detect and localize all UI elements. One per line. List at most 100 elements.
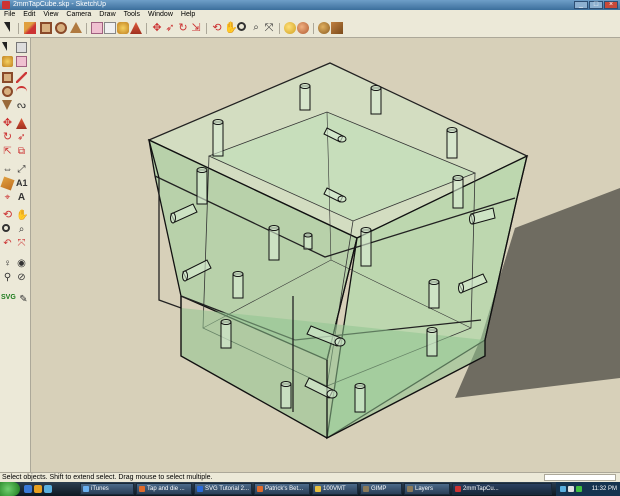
browser-icon [197,486,203,492]
orbit-icon[interactable]: ⟲ [2,210,13,221]
menu-camera[interactable]: Camera [62,10,95,20]
select-tool-icon[interactable] [2,42,7,51]
taskbar-item[interactable]: Patrick's Bet... [254,483,310,495]
circle-tool-icon[interactable] [55,22,67,34]
measurements-field[interactable] [544,474,616,481]
menu-view[interactable]: View [39,10,62,20]
follow-me-icon[interactable]: ➶ [164,22,176,34]
quick-launch-icon[interactable] [44,485,52,493]
taskbar-item[interactable]: GIMP [360,483,402,495]
push-pull-icon[interactable] [16,118,27,129]
rotate-tool-icon[interactable]: ↻ [177,22,189,34]
section-plane-icon[interactable]: ⊘ [16,272,27,283]
share-model-icon[interactable] [297,22,309,34]
maximize-button[interactable]: □ [589,1,603,9]
look-around-icon[interactable]: ◉ [16,258,27,269]
tray-icon[interactable] [560,486,566,492]
protractor-icon[interactable] [0,176,15,191]
firefox-icon [139,486,145,492]
menu-edit[interactable]: Edit [19,10,39,20]
rectangle-tool-icon[interactable] [2,72,13,83]
arc-tool-icon[interactable] [16,86,27,97]
quick-launch-icon[interactable] [34,485,42,493]
offset-tool-icon[interactable]: ⧉ [16,146,27,157]
select-tool-icon[interactable] [4,22,10,32]
google-earth-icon[interactable] [318,22,330,34]
tool-palette: ᔓ ✥ ↻ ➶ ⇱ ⧉ ⇔ ⤢ A1 ⌖ A ⟲ ✋ ⌕ ↶ ⤧ ♀ ◉ ⚲ ⊘… [0,38,31,472]
make-component-icon[interactable] [16,42,27,53]
zoom-window-icon[interactable]: ⌕ [250,22,262,34]
sketchup-app-icon [2,1,10,9]
tray-icon[interactable] [576,486,582,492]
polygon-tool-icon[interactable] [70,22,82,33]
taskbar-item[interactable]: Layers [404,483,450,495]
zoom-extents-icon[interactable]: ⤧ [16,238,27,249]
offset-tool-icon[interactable]: ⇲ [190,22,202,34]
gimp-icon [363,486,369,492]
firefox-icon [257,486,263,492]
gimp-icon [407,486,413,492]
zoom-icon[interactable] [237,22,246,31]
menu-file[interactable]: File [0,10,19,20]
3d-text-icon[interactable]: A [16,192,27,203]
move-tool-icon[interactable]: ✥ [151,22,163,34]
taskbar-item[interactable]: iTunes [80,483,134,495]
taskbar-item-active[interactable]: 2mmTapCu... [452,483,552,495]
clock[interactable]: 11:32 PM [592,482,617,496]
close-button[interactable]: × [604,1,618,9]
taskbar-item[interactable]: Tap and die ... [136,483,192,495]
rectangle-tool-icon[interactable] [40,22,52,34]
tap-hole [220,319,232,349]
zoom-window-icon[interactable]: ⌕ [16,224,27,235]
components-icon[interactable] [331,22,343,34]
menu-tools[interactable]: Tools [120,10,144,20]
taskbar-item[interactable]: 100VMT [312,483,358,495]
push-pull-icon[interactable] [130,22,142,34]
dimension-tool-icon[interactable]: ⤢ [16,164,27,175]
menu-window[interactable]: Window [144,10,177,20]
minimize-button[interactable]: _ [574,1,588,9]
paint-bucket-icon[interactable] [117,22,129,34]
start-button[interactable] [0,482,20,496]
text-tool-icon[interactable]: A1 [16,178,28,189]
sketchup-app-icon [455,486,461,492]
freehand-tool-icon[interactable]: ᔓ [16,100,27,111]
follow-me-icon[interactable]: ➶ [16,132,27,143]
tray-icon[interactable] [568,486,574,492]
previous-view-icon[interactable]: ↶ [2,238,13,249]
svg-plugin-button[interactable]: SVG [1,294,16,301]
zoom-icon[interactable] [2,224,10,232]
get-models-icon[interactable] [284,22,296,34]
tape-measure-icon[interactable] [104,22,116,34]
orbit-icon[interactable]: ⟲ [211,22,223,34]
model-viewport[interactable] [31,38,620,472]
circle-tool-icon[interactable] [2,86,13,97]
menu-help[interactable]: Help [177,10,199,20]
zoom-extents-icon[interactable]: ⤧ [263,22,275,34]
menu-draw[interactable]: Draw [95,10,119,20]
eraser-tool-icon[interactable] [16,56,27,67]
tape-measure-icon[interactable]: ⇔ [2,164,13,175]
pan-icon[interactable]: ✋ [224,22,238,34]
pencil-tool-icon[interactable] [24,22,36,34]
position-camera-icon[interactable]: ♀ [2,258,13,269]
quick-launch-icon[interactable] [24,485,32,493]
scale-tool-icon[interactable]: ⇱ [2,146,13,157]
walk-tool-icon[interactable]: ⚲ [2,272,13,283]
polygon-tool-icon[interactable] [2,100,12,110]
paint-bucket-icon[interactable] [2,56,13,67]
plugin-tool-icon[interactable]: ✎ [18,294,29,305]
taskbar-item[interactable]: SVG Tutorial 2... [194,483,252,495]
model-canvas[interactable] [31,38,620,472]
windows-taskbar: iTunes Tap and die ... SVG Tutorial 2...… [0,482,620,496]
tap-hole [360,227,372,267]
tap-hole [232,271,244,299]
pan-icon[interactable]: ✋ [16,210,28,221]
rotate-tool-icon[interactable]: ↻ [2,132,13,143]
line-tool-icon[interactable] [16,72,27,83]
window-title: 2mmTapCube.skp - SketchUp [13,1,106,8]
eraser-tool-icon[interactable] [91,22,103,34]
tap-hole [303,232,313,250]
axes-tool-icon[interactable]: ⌖ [2,192,13,203]
move-tool-icon[interactable]: ✥ [2,118,13,129]
